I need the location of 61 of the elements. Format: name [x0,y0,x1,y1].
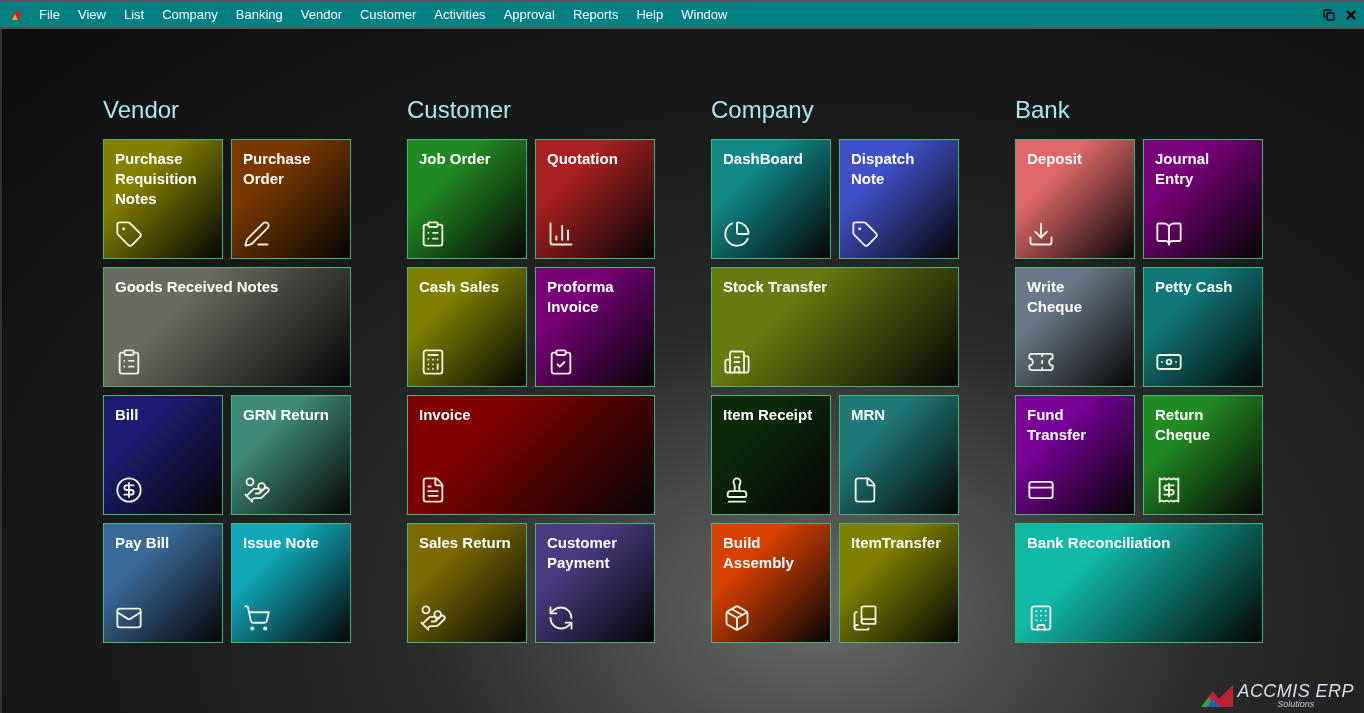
menu-tile[interactable]: MRN [839,395,959,515]
menu-tile[interactable]: Purchase Order [231,139,351,259]
menu-tile[interactable]: Quotation [535,139,655,259]
close-icon [1344,7,1358,22]
menu-tile[interactable]: Return Cheque [1143,395,1263,515]
logo-tagline: Solutions [1277,700,1315,709]
menu-item[interactable]: File [31,2,68,27]
menu-item[interactable]: Help [628,2,672,27]
hand-coins-icon [243,476,271,504]
menu-tile[interactable]: Stock Transfer [711,267,959,387]
dollar-coin-icon [115,476,143,504]
restore-icon [1323,8,1335,21]
menu-item[interactable]: Customer [351,2,425,27]
menu-item[interactable]: Window [673,2,736,27]
menu-tile[interactable]: Cash Sales [407,267,527,387]
menu-item[interactable]: List [115,2,153,27]
price-tag-icon [851,220,879,248]
menu-tile[interactable]: Petty Cash [1143,267,1263,387]
menu-tile[interactable]: Bank Reconciliation [1015,523,1263,643]
menu-tile[interactable]: ItemTransfer [839,523,959,643]
menu-tile[interactable]: Bill [103,395,223,515]
menu-tile[interactable]: Proforma Invoice [535,267,655,387]
group-heading: Company [711,95,815,125]
menu-tile[interactable]: Build Assembly [711,523,831,643]
box-icon [723,604,751,632]
group-heading: Bank [1015,95,1071,125]
menu-item[interactable]: Banking [227,2,291,27]
menu-tile[interactable]: Item Receipt [711,395,831,515]
menu-tile[interactable]: GRN Return [231,395,351,515]
menu-tile[interactable]: DashBoard [711,139,831,259]
menu-item[interactable]: View [69,2,114,27]
logo-name: ACCMIS ERP [1237,682,1354,700]
app-logo-icon [10,7,24,22]
menu-tile[interactable]: Fund Transfer [1015,395,1135,515]
books-icon [851,604,879,632]
menu-item[interactable]: Activities [426,2,494,27]
open-book-icon [1155,220,1183,248]
menu-tile[interactable]: Write Cheque [1015,267,1135,387]
buildings-icon [723,348,751,376]
menu-tile[interactable]: Job Order [407,139,527,259]
menu-tile[interactable]: Goods Received Notes [103,267,351,387]
group-heading: Customer [407,95,513,125]
menu-tile[interactable]: Deposit [1015,139,1135,259]
menu-item[interactable]: Reports [564,2,627,27]
menu-item[interactable]: Company [154,2,226,27]
price-tag-icon [115,220,143,248]
group-heading: Vendor [103,95,181,125]
menu-tile[interactable]: Issue Note [231,523,351,643]
menu-tile[interactable]: Purchase Requisition Notes [103,139,223,259]
menu-tile[interactable]: Pay Bill [103,523,223,643]
menu-tile[interactable]: Journal Entry [1143,139,1263,259]
menu-tile[interactable]: Invoice [407,395,655,515]
menu-tile[interactable]: Dispatch Note [839,139,959,259]
menu-item[interactable]: Vendor [292,2,350,27]
chart-icon [547,220,575,248]
hand-coins-icon [419,604,447,632]
menu-item[interactable]: Approval [495,2,563,27]
pie-chart-icon [723,220,751,248]
menu-tile[interactable]: Sales Return [407,523,527,643]
cart-icon [243,604,271,632]
menu-tile[interactable]: Customer Payment [535,523,655,643]
